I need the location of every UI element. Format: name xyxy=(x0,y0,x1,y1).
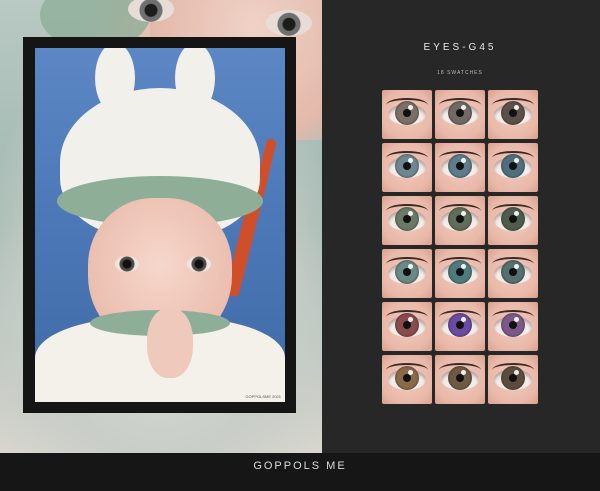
swatch-eyelid xyxy=(439,310,481,324)
eye-swatch xyxy=(382,90,432,139)
swatch-eyelid xyxy=(386,310,428,324)
footer-brand: GOPPOLS ME xyxy=(253,460,347,472)
background-eye-right xyxy=(266,10,312,36)
footer-bar xyxy=(0,453,600,491)
eye-swatch xyxy=(382,196,432,245)
product-title: EYES-G45 xyxy=(423,42,497,53)
swatch-eyelid xyxy=(492,98,534,112)
eye-swatch xyxy=(435,302,485,351)
eye-swatch xyxy=(435,355,485,404)
swatch-eyelid xyxy=(492,310,534,324)
swatch-eyelid xyxy=(492,151,534,165)
eye-swatch xyxy=(435,90,485,139)
swatch-eyelid xyxy=(492,257,534,271)
eye-swatch xyxy=(382,302,432,351)
swatch-grid xyxy=(382,90,538,404)
swatch-eyelid xyxy=(386,98,428,112)
eye-swatch xyxy=(488,355,538,404)
swatch-eyelid xyxy=(386,151,428,165)
eye-swatch xyxy=(435,143,485,192)
eye-swatch xyxy=(488,90,538,139)
swatch-eyelid xyxy=(439,204,481,218)
eye-left xyxy=(115,256,139,272)
eye-swatch xyxy=(488,196,538,245)
swatch-eyelid xyxy=(492,363,534,377)
eye-swatch xyxy=(488,249,538,298)
eye-swatch xyxy=(382,355,432,404)
photo-caption: GOPPOLSME 2021 xyxy=(245,394,281,399)
hand xyxy=(147,308,193,378)
eye-swatch xyxy=(488,302,538,351)
eye-swatch xyxy=(488,143,538,192)
swatch-eyelid xyxy=(386,363,428,377)
swatch-eyelid xyxy=(386,204,428,218)
swatch-count: 18 SWATCHES xyxy=(437,70,483,76)
swatch-eyelid xyxy=(439,363,481,377)
swatch-eyelid xyxy=(439,151,481,165)
eye-swatch xyxy=(435,249,485,298)
eye-right xyxy=(187,256,211,272)
eye-swatch xyxy=(435,196,485,245)
preview-photo: GOPPOLSME 2021 xyxy=(35,48,285,402)
swatch-eyelid xyxy=(439,98,481,112)
swatch-eyelid xyxy=(439,257,481,271)
swatch-eyelid xyxy=(492,204,534,218)
eye-swatch xyxy=(382,143,432,192)
eye-swatch xyxy=(382,249,432,298)
swatch-eyelid xyxy=(386,257,428,271)
